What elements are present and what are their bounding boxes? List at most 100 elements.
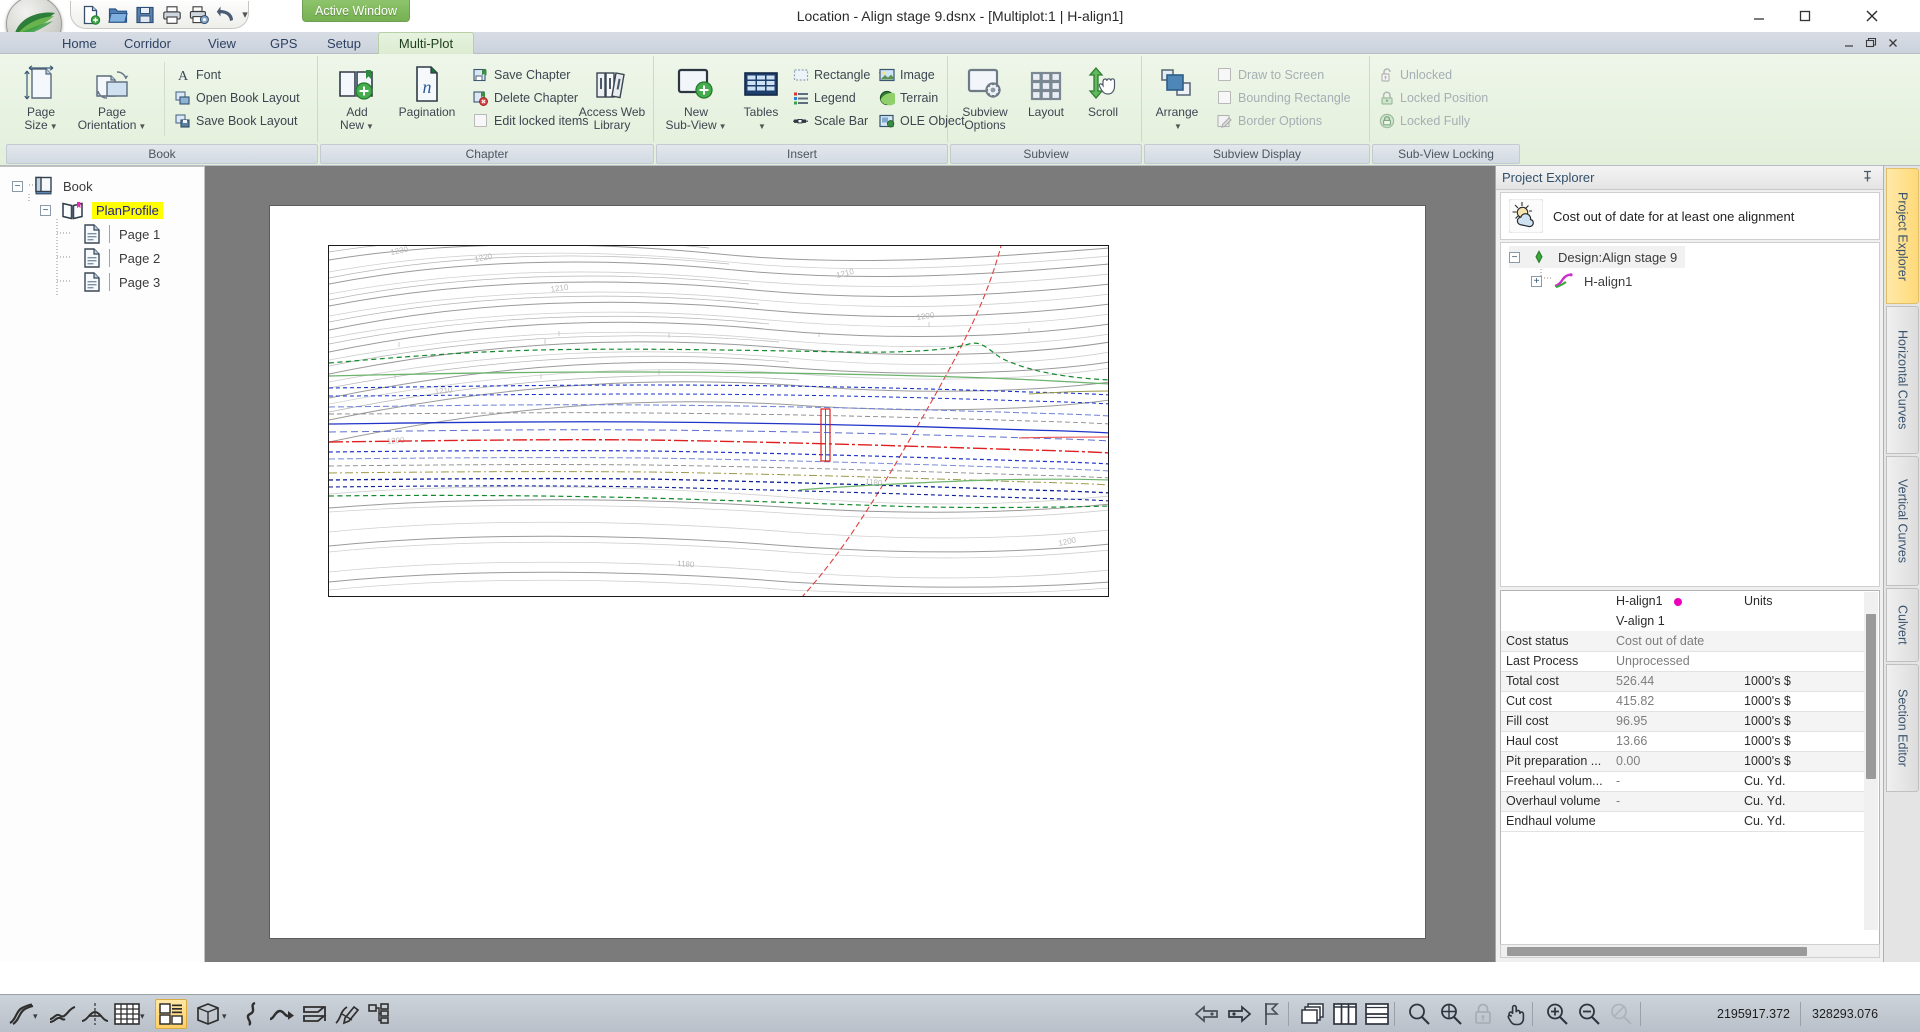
mass-haul-tool-icon[interactable] bbox=[300, 999, 330, 1029]
pan-icon[interactable] bbox=[1500, 999, 1530, 1029]
doc-restore-icon[interactable] bbox=[1862, 34, 1880, 52]
tree-node-page-2[interactable]: Page 2 bbox=[82, 247, 160, 269]
tab-gps[interactable]: GPS bbox=[258, 32, 309, 54]
page-size-button[interactable]: Page Size ▼ bbox=[8, 60, 74, 133]
zoom-previous-icon[interactable] bbox=[1606, 999, 1636, 1029]
delete-chapter-button[interactable]: Delete Chapter bbox=[472, 87, 578, 108]
table-row[interactable]: Freehaul volum... - Cu. Yd. bbox=[1501, 771, 1867, 792]
pe-node-design[interactable]: − Design:Align stage 9 bbox=[1509, 246, 1686, 268]
table-row[interactable]: Cut cost 415.82 1000's $ bbox=[1501, 691, 1867, 712]
pagination-button[interactable]: n Pagination bbox=[388, 60, 466, 119]
new-subview-button[interactable]: New Sub-View ▼ bbox=[660, 60, 732, 133]
layout-button[interactable]: Layout bbox=[1018, 60, 1074, 119]
open-book-layout-button[interactable]: Open Book Layout bbox=[174, 87, 300, 108]
save-book-layout-button[interactable]: Save Book Layout bbox=[174, 110, 297, 131]
doc-minimize-icon[interactable] bbox=[1840, 34, 1858, 52]
expander-icon[interactable]: − bbox=[40, 204, 51, 216]
flag-icon[interactable] bbox=[1256, 999, 1286, 1029]
access-web-library-button[interactable]: Access Web Library bbox=[574, 60, 650, 132]
maximize-icon[interactable] bbox=[1782, 0, 1828, 32]
draw-to-screen-checkbox[interactable]: Draw to Screen bbox=[1216, 64, 1324, 85]
expander-icon[interactable]: − bbox=[1509, 251, 1520, 263]
subview-options-button[interactable]: Subview Options bbox=[952, 60, 1018, 132]
terrain-button[interactable]: Terrain bbox=[878, 87, 938, 108]
design-edit-tool-icon[interactable] bbox=[332, 999, 362, 1029]
checkbox-icon[interactable] bbox=[472, 112, 489, 129]
tile-horizontal-icon[interactable] bbox=[1362, 999, 1392, 1029]
table-row[interactable]: Endhaul volume Cu. Yd. bbox=[1501, 811, 1867, 832]
table-row[interactable]: Overhaul volume - Cu. Yd. bbox=[1501, 791, 1867, 812]
unlocked-button[interactable]: Unlocked bbox=[1378, 64, 1452, 85]
active-window-tab[interactable]: Active Window bbox=[302, 0, 410, 22]
pe-node-h-align1[interactable]: + H-align1 bbox=[1531, 270, 1632, 292]
chevron-down-icon[interactable]: ▾ bbox=[140, 1011, 145, 1022]
table-row[interactable]: Pit preparation ... 0.00 1000's $ bbox=[1501, 751, 1867, 772]
alignment-tool-icon[interactable] bbox=[6, 999, 36, 1029]
scale-bar-button[interactable]: Scale Bar bbox=[792, 110, 868, 131]
zoom-out-icon[interactable] bbox=[1574, 999, 1604, 1029]
multiplot-canvas[interactable]: 1230 1220 1210 1210 1200 1210 1200 1180 … bbox=[205, 166, 1495, 962]
undo-icon[interactable] bbox=[216, 5, 236, 25]
chevron-down-icon[interactable]: ▼ bbox=[1174, 122, 1182, 131]
previous-icon[interactable] bbox=[1192, 999, 1222, 1029]
locked-fully-button[interactable]: Locked Fully bbox=[1378, 110, 1470, 131]
table-tool-icon[interactable] bbox=[112, 999, 142, 1029]
table-row[interactable]: Fill cost 96.95 1000's $ bbox=[1501, 711, 1867, 732]
bounding-rectangle-checkbox[interactable]: Bounding Rectangle bbox=[1216, 87, 1351, 108]
zoom-extents-icon[interactable] bbox=[1436, 999, 1466, 1029]
save-chapter-button[interactable]: Save Chapter bbox=[472, 64, 570, 85]
zoom-in-icon[interactable] bbox=[1542, 999, 1572, 1029]
plan-subview[interactable]: 1230 1220 1210 1210 1200 1210 1200 1180 … bbox=[328, 245, 1109, 597]
tab-multi-plot[interactable]: Multi-Plot bbox=[378, 32, 474, 54]
add-new-chapter-button[interactable]: Add New ▼ bbox=[324, 60, 390, 133]
tree-node-planprofile[interactable]: − PlanProfile bbox=[40, 199, 163, 221]
pin-icon[interactable] bbox=[1861, 170, 1874, 183]
expander-icon[interactable]: − bbox=[12, 180, 23, 192]
tab-view[interactable]: View bbox=[196, 32, 248, 54]
checkbox-icon[interactable] bbox=[1216, 89, 1233, 106]
transition-tool-icon[interactable] bbox=[268, 999, 298, 1029]
tab-setup[interactable]: Setup bbox=[315, 32, 373, 54]
3d-view-tool-icon[interactable] bbox=[194, 999, 224, 1029]
close-icon[interactable] bbox=[1846, 0, 1898, 32]
border-options-button[interactable]: Border Options bbox=[1216, 110, 1322, 131]
image-button[interactable]: Image bbox=[878, 64, 935, 85]
tree-node-page-3[interactable]: Page 3 bbox=[82, 271, 160, 293]
save-icon[interactable] bbox=[135, 5, 155, 25]
table-vertical-scroll-thumb[interactable] bbox=[1866, 614, 1876, 779]
page-orientation-button[interactable]: Page Orientation ▼ bbox=[68, 60, 156, 133]
arrange-button[interactable]: Arrange ▼ bbox=[1146, 60, 1208, 133]
expander-icon[interactable]: + bbox=[1531, 275, 1542, 287]
chevron-down-icon[interactable]: ▼ bbox=[50, 122, 58, 131]
chevron-down-icon[interactable]: ▾ bbox=[33, 1011, 38, 1022]
chevron-down-icon[interactable]: ▾ bbox=[222, 1011, 227, 1022]
vtab-horizontal-curves[interactable]: Horizontal Curves bbox=[1886, 306, 1919, 454]
table-row[interactable]: Cost status Cost out of date bbox=[1501, 631, 1867, 652]
print-setup-icon[interactable] bbox=[189, 5, 209, 25]
tab-corridor[interactable]: Corridor bbox=[112, 32, 183, 54]
print-icon[interactable] bbox=[162, 5, 182, 25]
vtab-vertical-curves[interactable]: Vertical Curves bbox=[1886, 456, 1919, 586]
table-vertical-scrollbar[interactable] bbox=[1864, 592, 1878, 930]
tree-node-page-1[interactable]: Page 1 bbox=[82, 223, 160, 245]
locked-position-button[interactable]: Locked Position bbox=[1378, 87, 1488, 108]
tab-home[interactable]: Home bbox=[50, 32, 109, 54]
customize-quick-access-icon[interactable]: ▾ bbox=[236, 5, 254, 23]
chevron-down-icon[interactable]: ▼ bbox=[719, 122, 727, 131]
page-sheet[interactable]: 1230 1220 1210 1210 1200 1210 1200 1180 … bbox=[270, 206, 1425, 938]
tables-button[interactable]: Tables ▼ bbox=[732, 60, 790, 133]
vtab-culvert[interactable]: Culvert bbox=[1886, 588, 1919, 662]
cascade-windows-icon[interactable] bbox=[1298, 999, 1328, 1029]
scroll-button[interactable]: Scroll bbox=[1074, 60, 1132, 119]
table-row[interactable]: Last Process Unprocessed bbox=[1501, 651, 1867, 672]
table-horizontal-scrollbar[interactable] bbox=[1500, 944, 1880, 958]
results-table[interactable]: H-align1 Units V-align 1 Cost status Cos… bbox=[1500, 590, 1880, 950]
zoom-lock-icon[interactable] bbox=[1468, 999, 1498, 1029]
profile-tool-icon[interactable] bbox=[48, 999, 78, 1029]
vtab-section-editor[interactable]: Section Editor bbox=[1886, 664, 1919, 792]
table-horizontal-scroll-thumb[interactable] bbox=[1507, 947, 1807, 956]
superelevation-tool-icon[interactable] bbox=[238, 999, 268, 1029]
doc-close-icon[interactable] bbox=[1884, 34, 1902, 52]
rectangle-button[interactable]: Rectangle ▼ bbox=[792, 64, 885, 85]
cross-section-tool-icon[interactable] bbox=[80, 999, 110, 1029]
